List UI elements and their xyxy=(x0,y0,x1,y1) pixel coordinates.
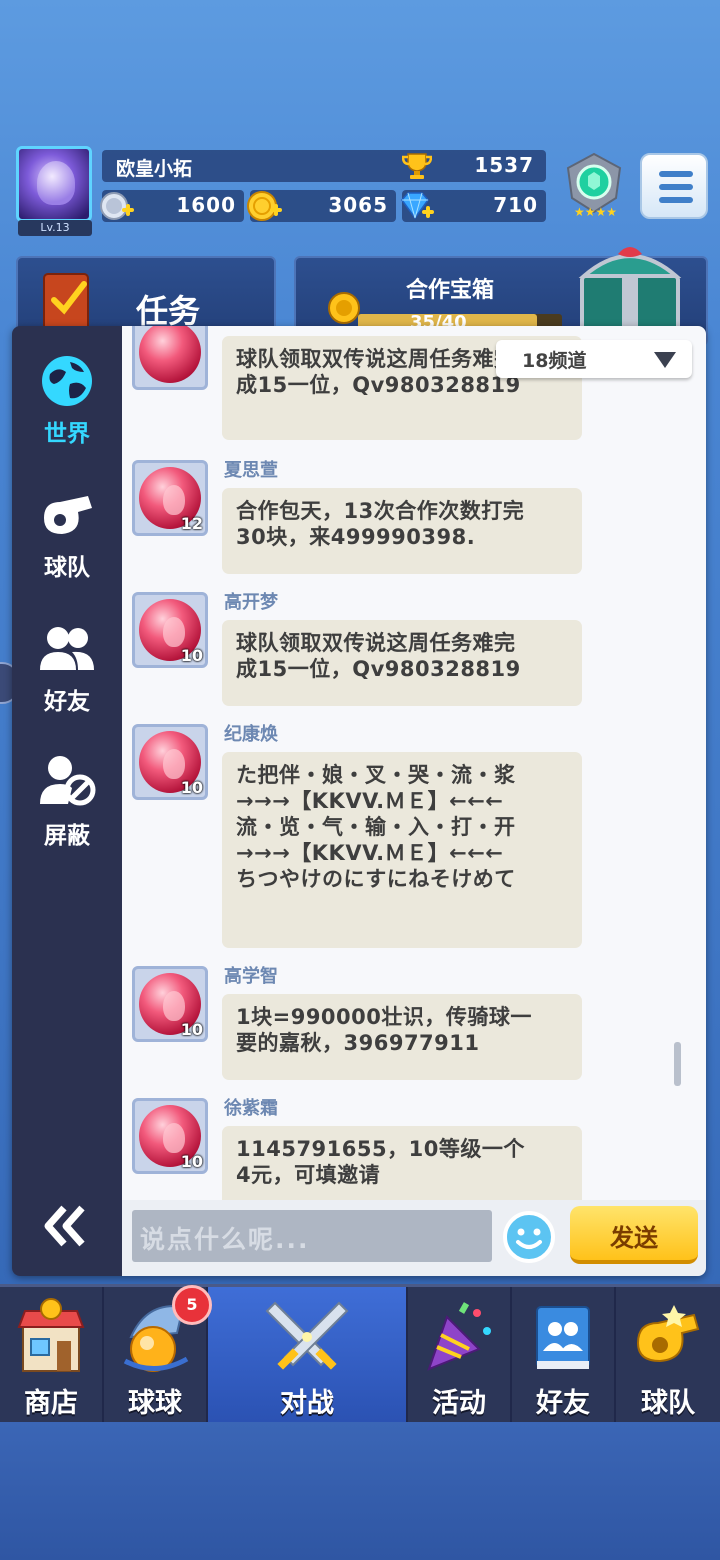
friends-book-icon xyxy=(536,1306,590,1369)
user-name[interactable]: 徐紫霜 xyxy=(224,1094,278,1120)
message-bubble: 1145791655，10等级一个 4元，可填邀请 xyxy=(222,1126,582,1200)
message-bubble: た把伴・娘・叉・哭・流・浆 →→→【KKVV.ＭＥ】←←← 流・览・气・输・入・… xyxy=(222,752,582,948)
user-level: 10 xyxy=(180,1020,203,1039)
trophy-count: 1537 xyxy=(474,153,534,177)
whistle-icon xyxy=(44,496,92,534)
fire-ball-icon xyxy=(139,326,201,383)
nav-battle[interactable]: 对战 xyxy=(208,1287,408,1422)
message-bubble: 1块=990000壮识，传骑球一 要的嘉秋，396977911 xyxy=(222,994,582,1080)
sidebar-label-world: 世界 xyxy=(44,421,90,447)
message-bubble: 合作包天，13次合作次数打完 30块，来499990398. xyxy=(222,488,582,574)
send-button[interactable]: 发送 xyxy=(570,1206,698,1264)
nav-label-team: 球队 xyxy=(641,1388,695,1419)
player-name: 欧皇小拓 xyxy=(116,158,193,180)
user-name[interactable]: 纪康焕 xyxy=(224,720,278,746)
user-level: 12 xyxy=(180,514,203,533)
trophy-icon xyxy=(402,153,432,179)
message-bubble: 球队领取双传说这周任务难完 成15一位，Qv980328819 xyxy=(222,620,582,706)
player-info-bar: 欧皇小拓 1537 xyxy=(102,150,546,182)
nav-friends[interactable]: 好友 xyxy=(512,1287,616,1422)
user-avatar[interactable]: 12 xyxy=(132,460,208,536)
silver-coin-icon xyxy=(100,192,134,220)
treasure-chest-icon[interactable] xyxy=(570,236,690,336)
user-avatar[interactable] xyxy=(132,326,208,390)
chat-scrollbar[interactable] xyxy=(674,1042,681,1086)
shop-icon xyxy=(17,1298,85,1372)
user-avatar[interactable]: 10 xyxy=(132,1098,208,1174)
coop-chest-label: 合作宝箱 xyxy=(406,278,495,303)
nav-label-shop: 商店 xyxy=(24,1388,78,1419)
notification-badge: 5 xyxy=(172,1285,212,1325)
team-whistle-icon xyxy=(636,1305,700,1363)
sidebar-label-friends: 好友 xyxy=(44,689,90,715)
nav-label-events: 活动 xyxy=(432,1388,486,1419)
nav-shop[interactable]: 商店 xyxy=(0,1287,104,1422)
user-avatar[interactable]: 10 xyxy=(132,966,208,1042)
user-name[interactable]: 夏思萱 xyxy=(224,456,278,482)
send-label: 发送 xyxy=(610,1224,658,1252)
user-avatar[interactable]: 10 xyxy=(132,592,208,668)
bottom-background xyxy=(0,1422,720,1560)
crossed-swords-icon xyxy=(265,1301,349,1370)
diamond-icon xyxy=(401,192,434,220)
player-avatar[interactable] xyxy=(16,146,92,222)
nav-events[interactable]: 活动 xyxy=(408,1287,512,1422)
friends-icon xyxy=(40,627,94,670)
silver-value: 1600 xyxy=(176,193,236,217)
channel-label: 18频道 xyxy=(522,350,587,372)
ghost-avatar-icon xyxy=(37,161,75,205)
chat-sidebar: 世界 球队 好友 屏蔽 xyxy=(12,326,122,1276)
player-level: Lv.13 xyxy=(18,220,92,236)
collapse-chevron-icon[interactable] xyxy=(42,1204,90,1248)
chat-input-bar: 说点什么呢... 发送 xyxy=(122,1200,706,1276)
bottom-nav: 商店 球球 对战 活动 好友 球队 xyxy=(0,1284,720,1422)
sidebar-item-team[interactable]: 球队 xyxy=(12,486,122,606)
dropdown-arrow-icon xyxy=(654,352,676,368)
user-level: 10 xyxy=(180,1152,203,1171)
globe-icon xyxy=(42,356,92,406)
gold-coin-bar[interactable]: 3065 xyxy=(247,190,396,222)
silver-coin-bar[interactable]: 1600 xyxy=(100,190,244,222)
svg-text:★★★★: ★★★★ xyxy=(574,205,617,219)
party-popper-icon xyxy=(427,1302,491,1371)
block-user-icon xyxy=(40,756,96,806)
user-name[interactable]: 高开梦 xyxy=(224,588,278,614)
channel-select[interactable]: 18频道 xyxy=(496,340,692,378)
user-level: 10 xyxy=(180,778,203,797)
chat-message-area[interactable]: 球队领取双传说这周任务难完 成15一位，Qv980328819 12 夏思萱 合… xyxy=(122,326,706,1200)
sidebar-item-block[interactable]: 屏蔽 xyxy=(12,754,122,874)
user-avatar[interactable]: 10 xyxy=(132,724,208,800)
main-menu-button[interactable] xyxy=(640,153,708,219)
gold-coin-icon xyxy=(247,191,282,221)
nav-team[interactable]: 球队 xyxy=(616,1287,720,1422)
chat-input-placeholder: 说点什么呢... xyxy=(140,1225,310,1254)
emoji-icon[interactable] xyxy=(502,1210,556,1264)
user-name[interactable]: 高学智 xyxy=(224,962,278,988)
chat-panel: 世界 球队 好友 屏蔽 球队领取双传说这周任务难完 成15一位，Qv980328… xyxy=(12,326,706,1276)
chat-input[interactable]: 说点什么呢... xyxy=(132,1210,492,1262)
gold-value: 3065 xyxy=(328,193,388,217)
gem-bar[interactable]: 710 xyxy=(401,190,546,222)
nav-label-friends: 好友 xyxy=(536,1388,590,1419)
sidebar-item-friends[interactable]: 好友 xyxy=(12,620,122,740)
sidebar-label-block: 屏蔽 xyxy=(44,823,90,849)
sidebar-label-team: 球队 xyxy=(44,555,90,581)
gem-value: 710 xyxy=(493,193,538,217)
nav-label-balls: 球球 xyxy=(128,1388,182,1419)
user-level: 10 xyxy=(180,646,203,665)
rank-badge-icon[interactable]: ★★★★ xyxy=(560,150,628,220)
coop-medal-icon xyxy=(328,292,360,324)
nav-label-battle: 对战 xyxy=(280,1388,334,1419)
sidebar-item-world[interactable]: 世界 xyxy=(12,352,122,472)
